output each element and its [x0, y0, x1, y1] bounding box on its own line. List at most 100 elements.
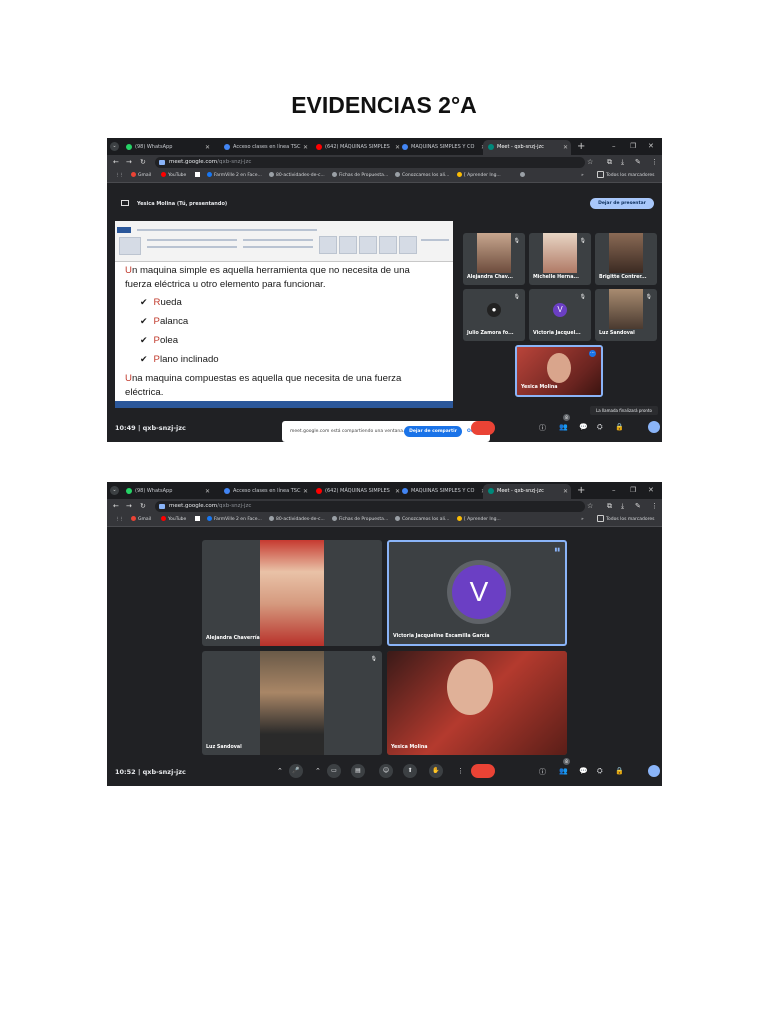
all-bookmarks[interactable]: Todos los marcadores — [597, 514, 655, 526]
file-tab[interactable] — [117, 227, 131, 233]
close-icon[interactable]: ✕ — [205, 140, 210, 155]
participant-tile[interactable]: Brigitte Contrer... — [595, 233, 657, 285]
star-icon[interactable]: ☆ — [587, 155, 593, 170]
new-tab-icon[interactable]: + — [577, 140, 585, 153]
bookmark-actividades[interactable]: 80-actividades-de-c... — [269, 514, 325, 526]
captions-button[interactable]: ▤ — [351, 764, 365, 778]
bookmark-youtube[interactable]: YouTube — [161, 514, 186, 526]
host-controls-icon[interactable]: 🔒 — [615, 767, 624, 775]
tab-search-icon[interactable]: ⌄ — [110, 486, 119, 495]
leave-call-button[interactable] — [471, 421, 495, 435]
window-close-icon[interactable]: ✕ — [648, 140, 654, 153]
activities-icon[interactable]: ⛭ — [597, 423, 603, 432]
restore-icon[interactable]: ❐ — [630, 484, 636, 497]
stop-sharing-button[interactable]: Dejar de compartir — [404, 426, 462, 437]
back-icon[interactable]: ← — [113, 499, 119, 514]
url-bar[interactable]: meet.google.com/qxb-snzj-jzc — [155, 501, 585, 512]
info-icon[interactable]: ⓘ — [539, 767, 546, 777]
close-icon[interactable]: ✕ — [303, 484, 308, 499]
bookmark-conozcamos[interactable]: Conozcamos los ali... — [395, 170, 449, 182]
people-icon[interactable]: 👥 — [559, 423, 568, 431]
tab-acceso[interactable]: Acceso clases en línea TSC ✕ — [219, 140, 311, 155]
stop-presenting-button[interactable]: Dejar de presentar — [590, 198, 654, 209]
self-tile[interactable]: ⋯ Yesica Molina — [515, 345, 603, 397]
chevron-up-icon[interactable]: ⌃ — [277, 767, 283, 775]
profile-icon[interactable]: ✎ — [635, 155, 641, 170]
close-icon[interactable]: ✕ — [303, 140, 308, 155]
reload-icon[interactable]: ↻ — [140, 155, 146, 170]
extensions-icon[interactable]: ⧉ — [607, 499, 612, 514]
tab-search-icon[interactable]: ⌄ — [110, 142, 119, 151]
participant-tile[interactable]: V 🎙 Victoria Jacquel... — [529, 289, 591, 341]
participant-tile[interactable]: Yesica Molina — [387, 651, 567, 755]
bookmark-actividades[interactable]: 80-actividades-de-c... — [269, 170, 325, 182]
participant-tile[interactable]: 🎙 Luz Sandoval — [595, 289, 657, 341]
tab-whatsapp[interactable]: (98) WhatsApp ✕ — [121, 140, 213, 155]
bookmark-fichas[interactable]: Fichas de Propuesta... — [332, 170, 388, 182]
bookmark-extra[interactable] — [520, 170, 527, 182]
bookmark-blank[interactable] — [195, 170, 202, 182]
bookmark-blank[interactable] — [195, 514, 202, 526]
bookmark-gmail[interactable]: Gmail — [131, 170, 151, 182]
bookmark-fichas[interactable]: Fichas de Propuesta... — [332, 514, 388, 526]
minimize-icon[interactable]: – — [612, 140, 616, 153]
reload-icon[interactable]: ↻ — [140, 499, 146, 514]
paste-icon[interactable] — [119, 237, 141, 255]
close-icon[interactable]: ✕ — [563, 484, 568, 499]
tab-acceso[interactable]: Acceso clases en línea TSC ✕ — [219, 484, 311, 499]
apps-icon[interactable]: ⋮⋮ — [115, 514, 124, 526]
tab-whatsapp[interactable]: (98) WhatsApp ✕ — [121, 484, 213, 499]
tab-youtube[interactable]: (642) MÁQUINAS SIMPLES ✕ — [311, 484, 403, 499]
bookmark-aprender[interactable]: [ Aprender Ing... — [457, 514, 501, 526]
leave-call-button[interactable] — [471, 764, 495, 778]
bookmark-youtube[interactable]: YouTube — [161, 170, 186, 182]
style-nospacing[interactable] — [339, 236, 357, 254]
camera-button[interactable]: ▭ — [327, 764, 341, 778]
forward-icon[interactable]: → — [126, 155, 132, 170]
self-avatar-badge[interactable] — [648, 421, 660, 433]
participant-tile[interactable]: 🎙 Michelle Herna... — [529, 233, 591, 285]
present-button[interactable]: ⬆ — [403, 764, 417, 778]
all-bookmarks[interactable]: Todos los marcadores — [597, 170, 655, 182]
people-icon[interactable]: 👥 — [559, 767, 568, 775]
bookmark-farmville[interactable]: FarmVille 2 en Face... — [207, 514, 262, 526]
more-bookmarks-icon[interactable]: » — [581, 170, 584, 182]
emoji-button[interactable]: ☺ — [379, 764, 393, 778]
mic-button[interactable]: 🎤 — [289, 764, 303, 778]
tab-youtube[interactable]: (642) MÁQUINAS SIMPLES ✕ — [311, 140, 403, 155]
menu-icon[interactable]: ⋮ — [651, 155, 658, 170]
apps-icon[interactable]: ⋮⋮ — [115, 170, 124, 182]
tab-docs[interactable]: MAQUINAS SIMPLES Y CO✕ — [397, 484, 489, 499]
site-info-icon[interactable] — [159, 504, 165, 509]
menu-icon[interactable]: ⋮ — [651, 499, 658, 514]
more-options-icon[interactable]: ⋮ — [457, 767, 464, 775]
style-heading2[interactable] — [379, 236, 397, 254]
tab-docs[interactable]: MAQUINAS SIMPLES Y CO✕ — [397, 140, 489, 155]
download-icon[interactable]: ⤓ — [621, 155, 624, 170]
chat-icon[interactable]: 💬 — [579, 423, 588, 431]
activities-icon[interactable]: ⛭ — [597, 767, 603, 776]
more-bookmarks-icon[interactable]: » — [581, 514, 584, 526]
bookmark-aprender[interactable]: [ Aprender Ing... — [457, 170, 501, 182]
participant-tile[interactable]: 🎙 Luz Sandoval — [202, 651, 382, 755]
tab-meet[interactable]: Meet - qxb-snzj-jzc ✕ — [483, 140, 571, 155]
site-info-icon[interactable] — [159, 160, 165, 165]
close-icon[interactable]: ✕ — [563, 140, 568, 155]
participant-tile[interactable]: V ▮▮ Victoria Jacqueline Escamilla Garcí… — [387, 540, 567, 646]
raise-hand-button[interactable]: ✋ — [429, 764, 443, 778]
extensions-icon[interactable]: ⧉ — [607, 155, 612, 170]
star-icon[interactable]: ☆ — [587, 499, 593, 514]
self-avatar-badge[interactable] — [648, 765, 660, 777]
new-tab-icon[interactable]: + — [577, 484, 585, 497]
window-close-icon[interactable]: ✕ — [648, 484, 654, 497]
back-icon[interactable]: ← — [113, 155, 119, 170]
url-bar[interactable]: meet.google.com/qxb-snzj-jzc — [155, 157, 585, 168]
close-icon[interactable]: ✕ — [205, 484, 210, 499]
chevron-up-icon[interactable]: ⌃ — [315, 767, 321, 775]
bookmark-farmville[interactable]: FarmVille 2 en Face... — [207, 170, 262, 182]
profile-icon[interactable]: ✎ — [635, 499, 641, 514]
participant-tile[interactable]: ● 🎙 Julio Zamora fo... — [463, 289, 525, 341]
style-heading1[interactable] — [359, 236, 377, 254]
bookmark-conozcamos[interactable]: Conozcamos los ali... — [395, 514, 449, 526]
chat-icon[interactable]: 💬 — [579, 767, 588, 775]
